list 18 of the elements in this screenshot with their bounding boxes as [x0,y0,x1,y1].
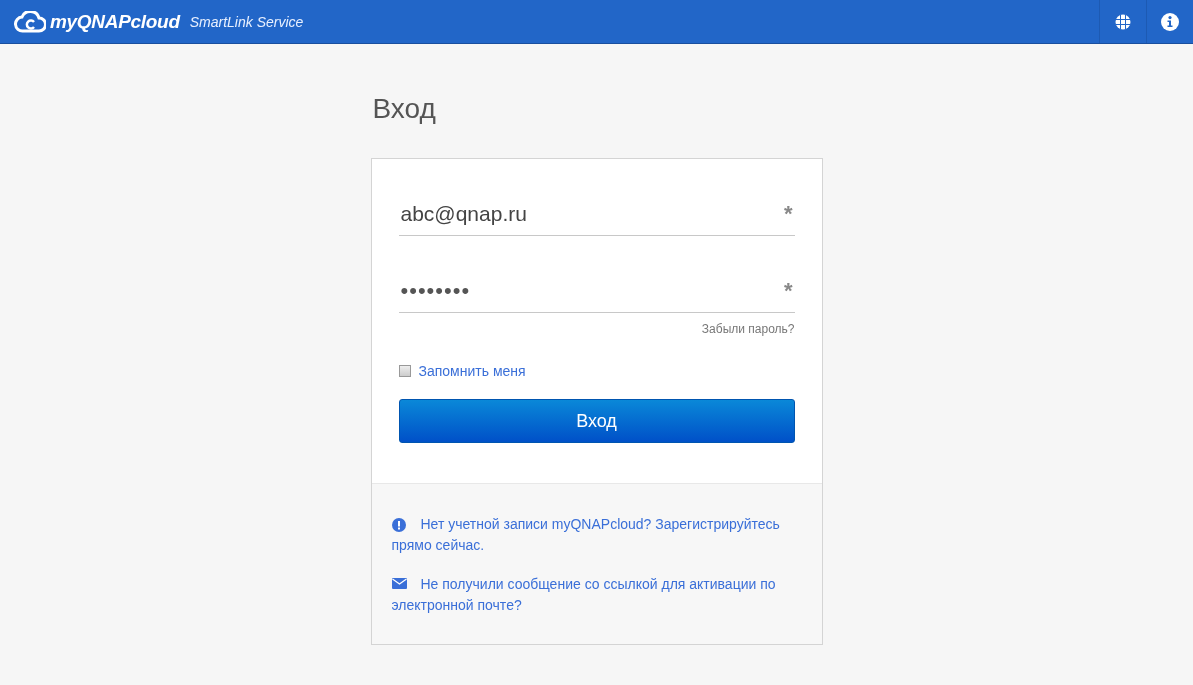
cloud-logo-icon [14,10,46,33]
globe-icon [1115,13,1131,30]
required-mark: * [783,201,794,227]
email-field[interactable]: abc@qnap.ru * [398,193,795,236]
login-button[interactable]: Вход [398,399,795,443]
help-link[interactable]: Не получили сообщение со ссылкой для активации по электронной почте? [391,574,802,616]
remember-label[interactable]: Запомнить меня [418,363,526,379]
brand-name: myQNAPcloud [50,10,180,33]
envelope-icon [391,578,407,589]
info-icon [1161,12,1179,31]
required-mark: * [783,278,794,304]
help-link[interactable]: Нет учетной записи myQNAPcloud? Зарегистрируйтесь прямо сейчас. [391,514,802,556]
remember-checkbox[interactable] [398,365,411,377]
forgot-password-link[interactable]: Забыли пароль? [701,322,795,336]
page-title: Вход [372,92,437,126]
exclamation-icon [391,518,406,532]
service-name: SmartLink Service [189,13,304,30]
password-field[interactable]: •••••••• * [398,270,795,313]
